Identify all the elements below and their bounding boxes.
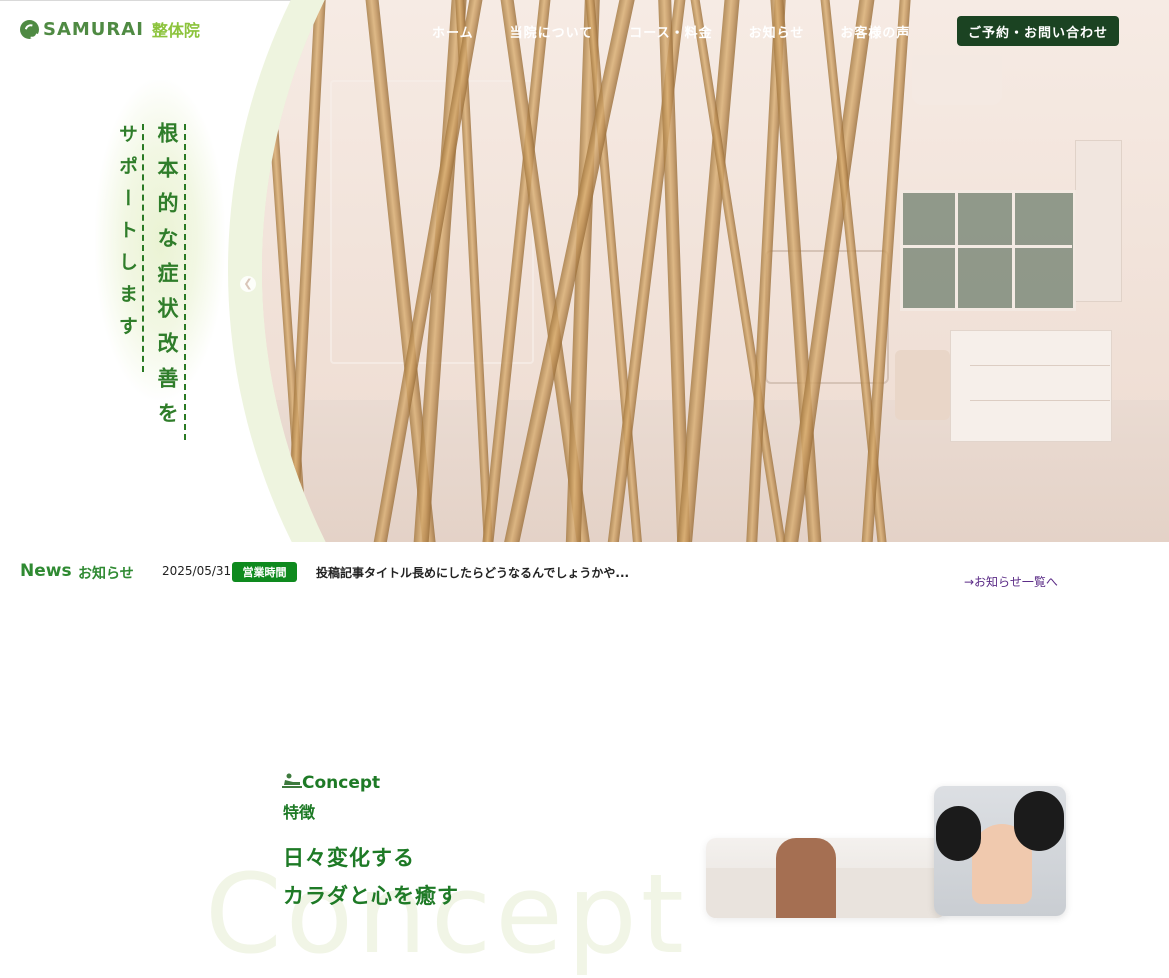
tagline-dashed-line-sub [142, 124, 144, 372]
massage-icon [282, 773, 302, 788]
slider-prev-icon[interactable]: ❮ [240, 276, 256, 292]
logo-mark-icon [20, 19, 39, 39]
concept-label-jp: 特徴 [283, 803, 316, 822]
nav-item-about[interactable]: 当院について [510, 22, 594, 41]
news-subtitle: お知らせ [78, 566, 134, 582]
concept-photo-foot [934, 786, 1066, 916]
news-title: News [20, 561, 72, 581]
nav-item-voices[interactable]: お客様の声 [840, 22, 910, 41]
hero-tagline-main: 根本的な症状改善を [155, 122, 180, 437]
logo-subtext: 整体院 [151, 21, 200, 40]
nav-item-courses[interactable]: コース・料金 [629, 22, 712, 41]
contact-button[interactable]: ご予約・お問い合わせ [957, 16, 1119, 46]
concept-photo-massage [706, 838, 946, 918]
news-date: 2025/05/31 [162, 564, 232, 578]
logo-text: SAMURAI [43, 18, 144, 40]
site-logo[interactable]: SAMURAI 整体院 [20, 17, 200, 41]
tagline-dashed-line [184, 124, 186, 440]
hero-slide-image [262, 0, 1169, 542]
hero-tagline-sub: サポートします [116, 124, 138, 348]
nav-item-news[interactable]: お知らせ [749, 22, 805, 41]
news-category-badge: 営業時間 [232, 562, 297, 582]
concept-label: Concept [302, 773, 381, 793]
news-headline-link[interactable]: 投稿記事タイトル長めにしたらどうなるんでしょうかや... [316, 564, 629, 581]
news-more-link[interactable]: →お知らせ一覧へ [964, 573, 1058, 590]
concept-heading-line1: 日々変化する [283, 846, 415, 870]
concept-watermark: Concept [205, 850, 688, 978]
main-nav: ホーム 当院について コース・料金 お知らせ お客様の声 [432, 22, 946, 41]
nav-item-home[interactable]: ホーム [432, 22, 474, 41]
